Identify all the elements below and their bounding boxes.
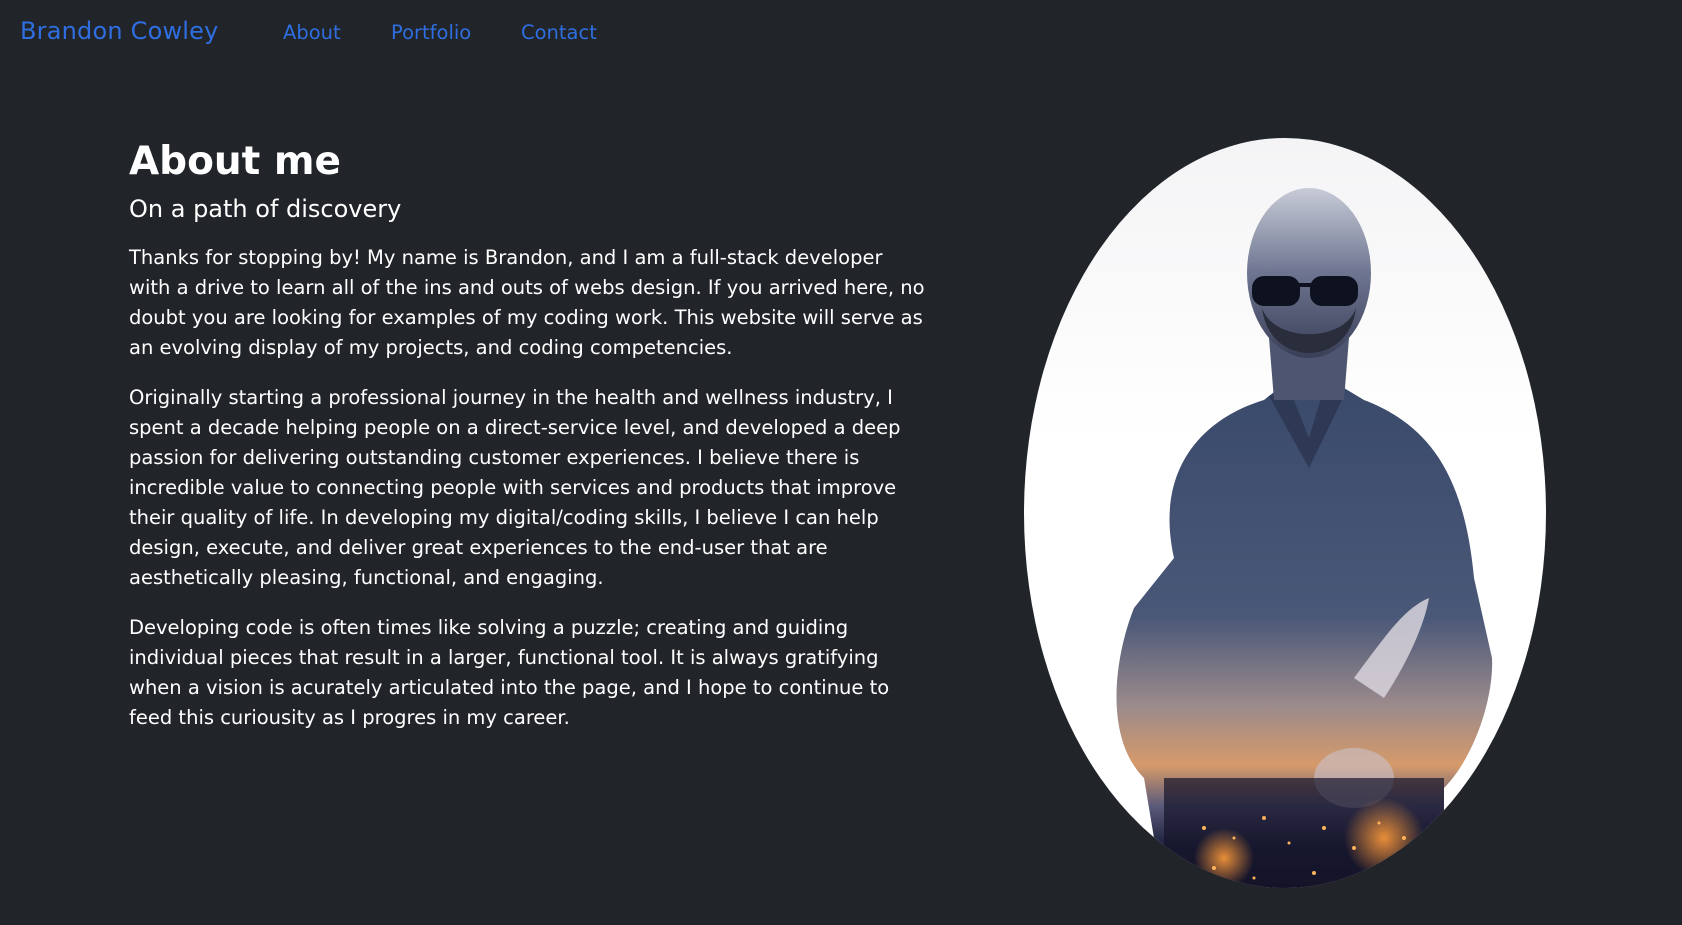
nav-link-portfolio[interactable]: Portfolio bbox=[391, 21, 471, 44]
brand-link[interactable]: Brandon Cowley bbox=[20, 17, 219, 45]
navbar: Brandon Cowley About Portfolio Contact bbox=[0, 0, 1682, 68]
page-title: About me bbox=[129, 139, 341, 184]
about-section: About me On a path of discovery Thanks f… bbox=[129, 137, 929, 753]
nav-link-contact[interactable]: Contact bbox=[521, 21, 597, 44]
profile-portrait bbox=[1024, 138, 1546, 888]
about-paragraph-1: Thanks for stopping by! My name is Brand… bbox=[129, 246, 925, 359]
portrait-illustration bbox=[1116, 188, 1493, 888]
about-paragraph-3: Developing code is often times like solv… bbox=[129, 616, 890, 729]
about-paragraph-2: Originally starting a professional journ… bbox=[129, 386, 901, 589]
page-subtitle: On a path of discovery bbox=[129, 195, 402, 223]
nav-link-about[interactable]: About bbox=[283, 21, 341, 44]
